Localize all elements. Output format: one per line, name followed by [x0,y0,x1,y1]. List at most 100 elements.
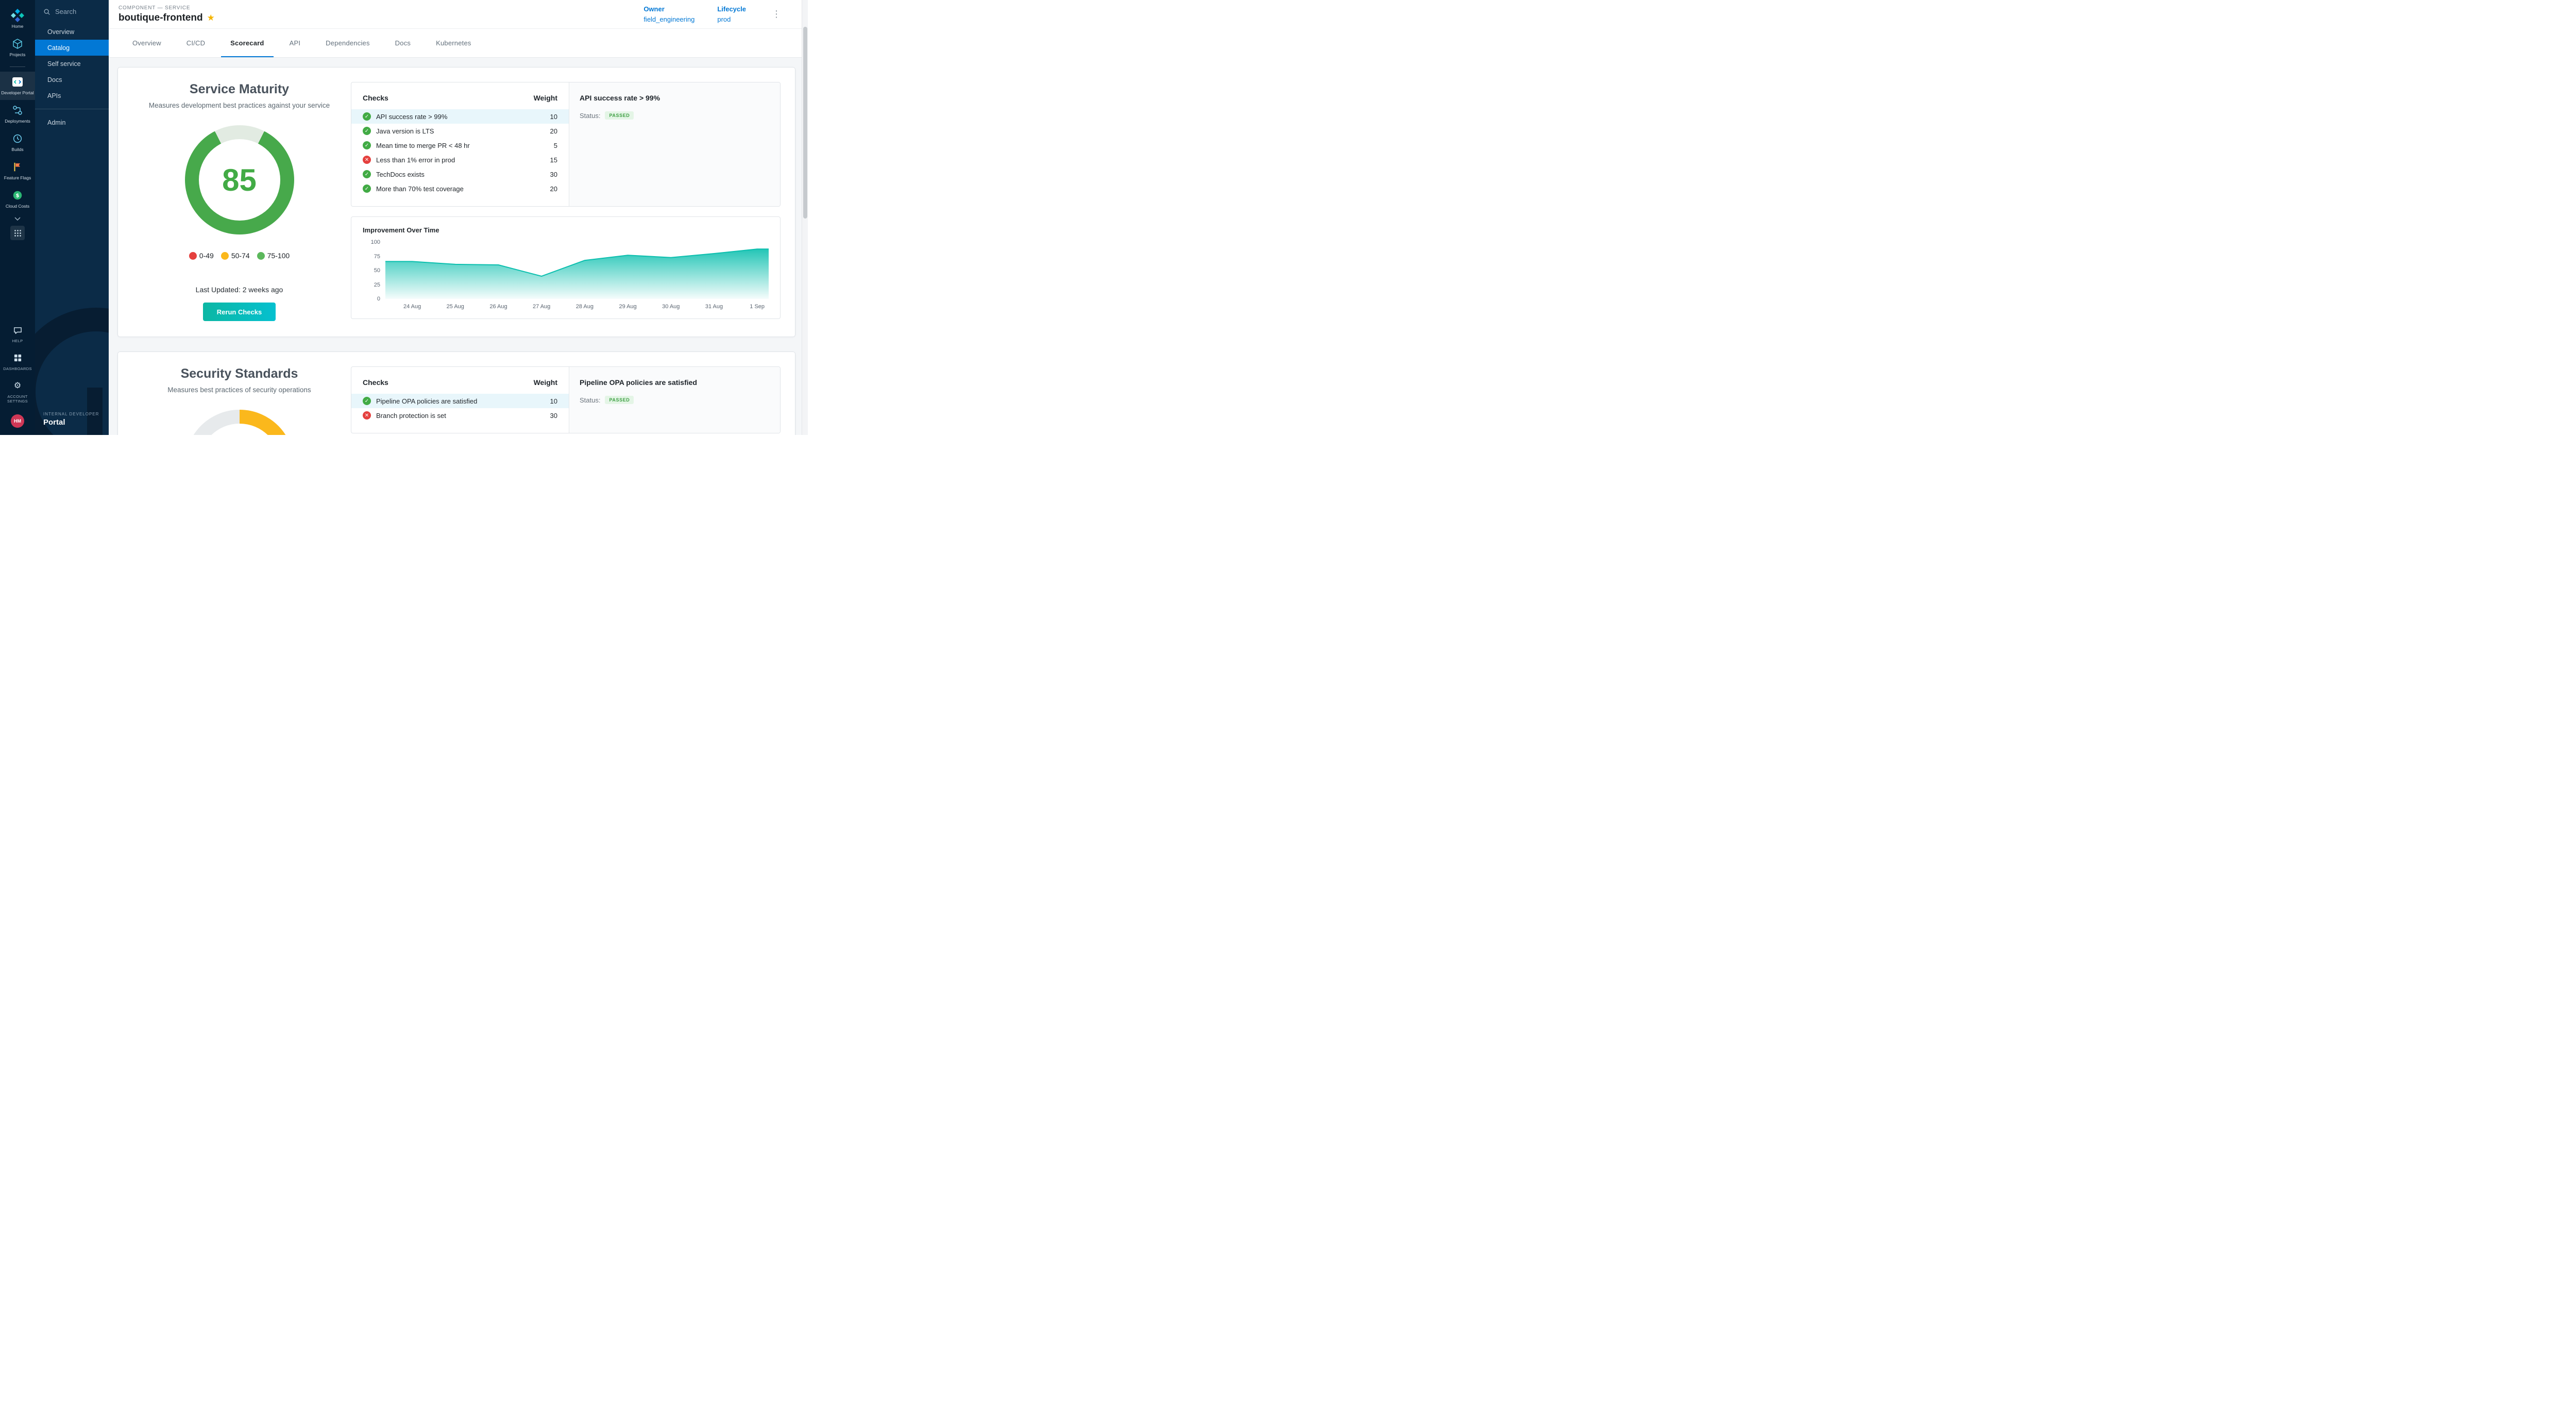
check-detail-title: API success rate > 99% [580,94,770,102]
status-label: Status: [580,396,600,404]
rail-item-dashboards[interactable]: DASHBOARDS [0,348,35,376]
tab[interactable]: API [280,29,310,57]
scrollbar-thumb[interactable] [803,27,807,219]
checks-rows: ✓ Pipeline OPA policies are satisfied 10… [351,394,569,423]
chart-area [385,249,769,299]
status-badge: PASSED [605,111,634,120]
owner-value-link[interactable]: field_engineering [643,15,694,23]
check-row[interactable]: ✓ Pipeline OPA policies are satisfied 10 [351,394,569,408]
check-row[interactable]: ✓ Mean time to merge PR < 48 hr 5 [351,138,569,153]
check-row[interactable]: ✕ Branch protection is set 30 [351,408,569,423]
rail-item-developer-portal[interactable]: Developer Portal [0,72,35,100]
rail-item-cloud-costs[interactable]: $ Cloud Costs [0,185,35,213]
scorecard-subtitle: Measures best practices of security oper… [167,386,311,394]
rail-item-deployments[interactable]: Deployments [0,100,35,128]
legend-dot [221,252,229,260]
chevron-down-icon[interactable] [14,213,21,225]
score-donut [185,410,294,435]
tab-label: Overview [132,39,161,47]
score-value: 85 [222,162,257,198]
check-label: TechDocs exists [376,171,425,178]
rail-item-feature-flags[interactable]: Feature Flags [0,157,35,185]
rail-item-home[interactable]: Home [0,5,35,33]
check-label: More than 70% test coverage [376,185,464,193]
main-area: COMPONENT — SERVICE boutique-frontend ★ … [109,0,808,435]
sidebar-item[interactable]: Docs [35,72,109,88]
tab-label: Scorecard [230,39,264,47]
tab[interactable]: CI/CD [177,29,214,57]
tab-label: Docs [395,39,411,47]
check-row[interactable]: ✓ API success rate > 99% 10 [351,109,569,124]
check-weight: 20 [550,185,557,193]
check-detail-panel: Pipeline OPA policies are satisfied Stat… [569,367,780,433]
page-title: boutique-frontend [118,12,203,24]
tab[interactable]: Docs [386,29,420,57]
check-row[interactable]: ✓ Java version is LTS 20 [351,124,569,138]
legend-label: 0-49 [199,251,214,260]
check-row[interactable]: ✓ TechDocs exists 30 [351,167,569,181]
lifecycle-label: Lifecycle [717,5,746,13]
check-label: Java version is LTS [376,127,434,135]
sidebar-item[interactable]: Self service [35,56,109,72]
module-grid-icon[interactable] [10,226,25,240]
sidebar-item-label: Catalog [47,44,70,52]
sidebar-nav: Overview Catalog Self service Docs APIs [35,24,109,130]
sidebar-footer-kicker: INTERNAL DEVELOPER [43,412,100,416]
rerun-checks-button[interactable]: Rerun Checks [203,303,276,321]
tab[interactable]: Scorecard [221,29,273,57]
tab[interactable]: Overview [123,29,171,57]
rail-item-label: Developer Portal [1,90,33,96]
kebab-menu-icon[interactable]: ⋮ [772,9,781,20]
sidebar-item-label: Admin [47,119,65,126]
rail-item-help[interactable]: HELP [0,320,35,348]
user-avatar[interactable]: HM [11,414,24,428]
tab-label: API [290,39,301,47]
rail-item-label: Builds [11,147,23,153]
vertical-scrollbar[interactable] [802,0,808,435]
tab[interactable]: Kubernetes [427,29,481,57]
sidebar-item[interactable]: Overview [35,24,109,40]
check-row[interactable]: ✓ More than 70% test coverage 20 [351,181,569,196]
legend-label: 75-100 [267,251,290,260]
checks-table-header: Checks Weight [351,90,569,109]
chart-title: Improvement Over Time [363,226,769,234]
tab[interactable]: Dependencies [316,29,379,57]
score-legend: 0-49 50-74 75-100 [189,251,290,260]
score-donut-hole: 85 [199,139,280,221]
chart-x-tick-label: 26 Aug [489,304,507,310]
sidebar-search[interactable]: Search [35,0,109,24]
rail-item-builds[interactable]: Builds [0,128,35,157]
rail-item-account-settings[interactable]: ⚙ ACCOUNT SETTINGS [0,376,35,409]
lifecycle-value: prod [717,15,746,23]
sidebar-item[interactable]: APIs [35,88,109,104]
rail-bottom-group: HELP DASHBOARDS ⚙ ACCOUNT SETTINGS HM [0,320,35,428]
entity-header-left: COMPONENT — SERVICE boutique-frontend ★ [118,5,215,24]
feature-flags-icon [12,161,23,173]
sidebar-item[interactable]: Admin [35,114,109,130]
app-window: Home Projects Developer Portal [0,0,808,435]
entity-tabs: Overview CI/CD Scorecard API Dependencie… [109,29,808,58]
chart-y-tick-label: 50 [374,267,380,274]
module-rail: Home Projects Developer Portal [0,0,35,435]
rail-item-label: Home [12,24,24,29]
legend-dot [189,252,197,260]
chart-x-tick-label: 31 Aug [705,304,723,310]
search-label: Search [55,8,76,15]
chart-x-tick-label: 25 Aug [447,304,464,310]
sidebar-item[interactable]: Catalog [35,40,109,56]
chart-x-tick-label: 24 Aug [403,304,421,310]
legend-item: 50-74 [221,251,250,260]
rail-item-projects[interactable]: Projects [0,33,35,62]
check-weight: 10 [550,113,557,121]
weight-header-label: Weight [534,94,557,102]
status-badge: PASSED [605,396,634,404]
help-chat-icon [13,324,23,337]
legend-item: 75-100 [257,251,290,260]
check-weight: 10 [550,397,557,405]
favorite-star-icon[interactable]: ★ [207,13,215,22]
chart-x-tick-label: 27 Aug [533,304,550,310]
check-row[interactable]: ✕ Less than 1% error in prod 15 [351,153,569,167]
check-status-icon: ✓ [363,127,371,135]
check-label: Branch protection is set [376,412,446,420]
sidebar-item-label: APIs [47,92,61,99]
